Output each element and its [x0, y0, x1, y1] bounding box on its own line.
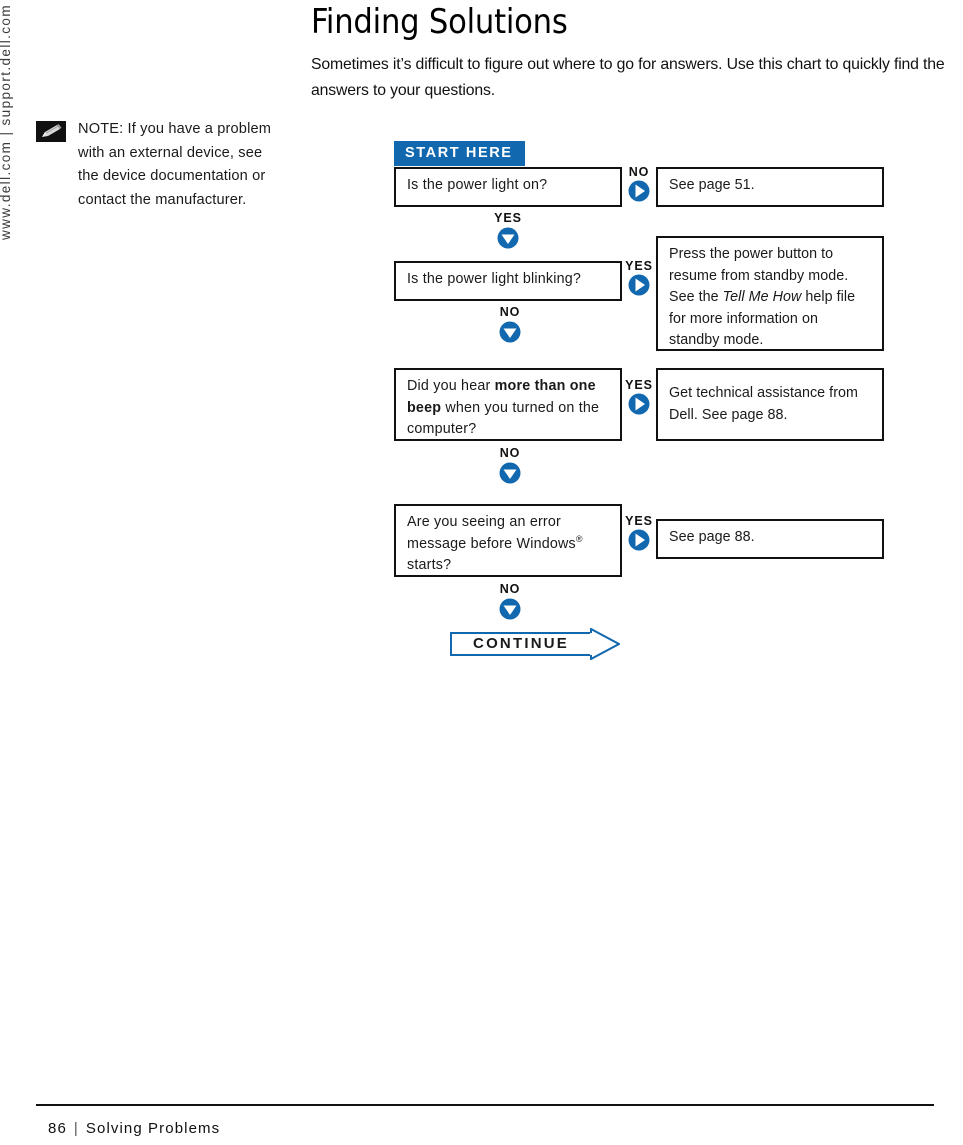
arrow-right-icon: [628, 529, 650, 551]
footer: 86 | Solving Problems: [48, 1120, 220, 1137]
branch-down-label-4: NO: [499, 582, 521, 596]
branch-down-label-2: NO: [499, 305, 521, 319]
arrow-right-icon: [628, 274, 650, 296]
branch-down-label-3: NO: [499, 446, 521, 460]
answer-text-1: See page 51.: [669, 177, 755, 193]
branch-right-label-3: YES: [625, 378, 653, 392]
question-box-4: Are you seeing an error message before W…: [394, 504, 622, 577]
continue-label: CONTINUE: [473, 635, 569, 652]
question-box-2: Is the power light blinking?: [394, 261, 622, 301]
answer-text-3: Get technical assistance from Dell. See …: [669, 385, 858, 423]
answer-text-4: See page 88.: [669, 529, 755, 545]
answer-italic-2: Tell Me How: [722, 289, 802, 305]
answer-box-3: Get technical assistance from Dell. See …: [656, 368, 884, 441]
footer-section: Solving Problems: [85, 1120, 221, 1137]
question-box-1: Is the power light on?: [394, 167, 622, 207]
arrow-down-icon: [499, 321, 521, 343]
branch-right-3: YES: [622, 379, 656, 415]
page-number: 86: [48, 1120, 67, 1137]
branch-right-4: YES: [622, 515, 656, 551]
footer-separator: |: [73, 1120, 79, 1137]
branch-down-4: NO: [480, 583, 540, 620]
branch-right-label-4: YES: [625, 514, 653, 528]
troubleshooting-flowchart: START HERE Is the power light on? NO See…: [0, 0, 963, 1145]
answer-box-1: See page 51.: [656, 167, 884, 207]
branch-down-label-1: YES: [494, 211, 522, 225]
question-text-2: Is the power light blinking?: [407, 271, 582, 287]
arrow-down-icon: [499, 598, 521, 620]
branch-down-3: NO: [480, 447, 540, 484]
arrow-right-icon: [628, 180, 650, 202]
question-box-3: Did you hear more than one beep when you…: [394, 368, 622, 441]
branch-right-1: NO: [624, 166, 654, 202]
footer-divider: [36, 1104, 934, 1106]
arrow-down-icon: [497, 227, 519, 249]
arrow-down-icon: [499, 462, 521, 484]
continue-banner: CONTINUE: [450, 628, 620, 660]
branch-right-label-1: NO: [628, 165, 650, 179]
branch-right-2: YES: [622, 260, 656, 296]
arrow-right-icon: [628, 393, 650, 415]
branch-down-2: NO: [480, 306, 540, 343]
start-here-banner: START HERE: [394, 141, 525, 166]
question-text-1: Is the power light on?: [407, 177, 548, 193]
branch-down-1: YES: [478, 212, 538, 249]
question-bold-3: more than one beep: [407, 378, 596, 416]
registered-mark: ®: [575, 533, 583, 544]
answer-box-4: See page 88.: [656, 519, 884, 559]
answer-box-2: Press the power button to resume from st…: [656, 236, 884, 351]
branch-right-label-2: YES: [625, 259, 653, 273]
